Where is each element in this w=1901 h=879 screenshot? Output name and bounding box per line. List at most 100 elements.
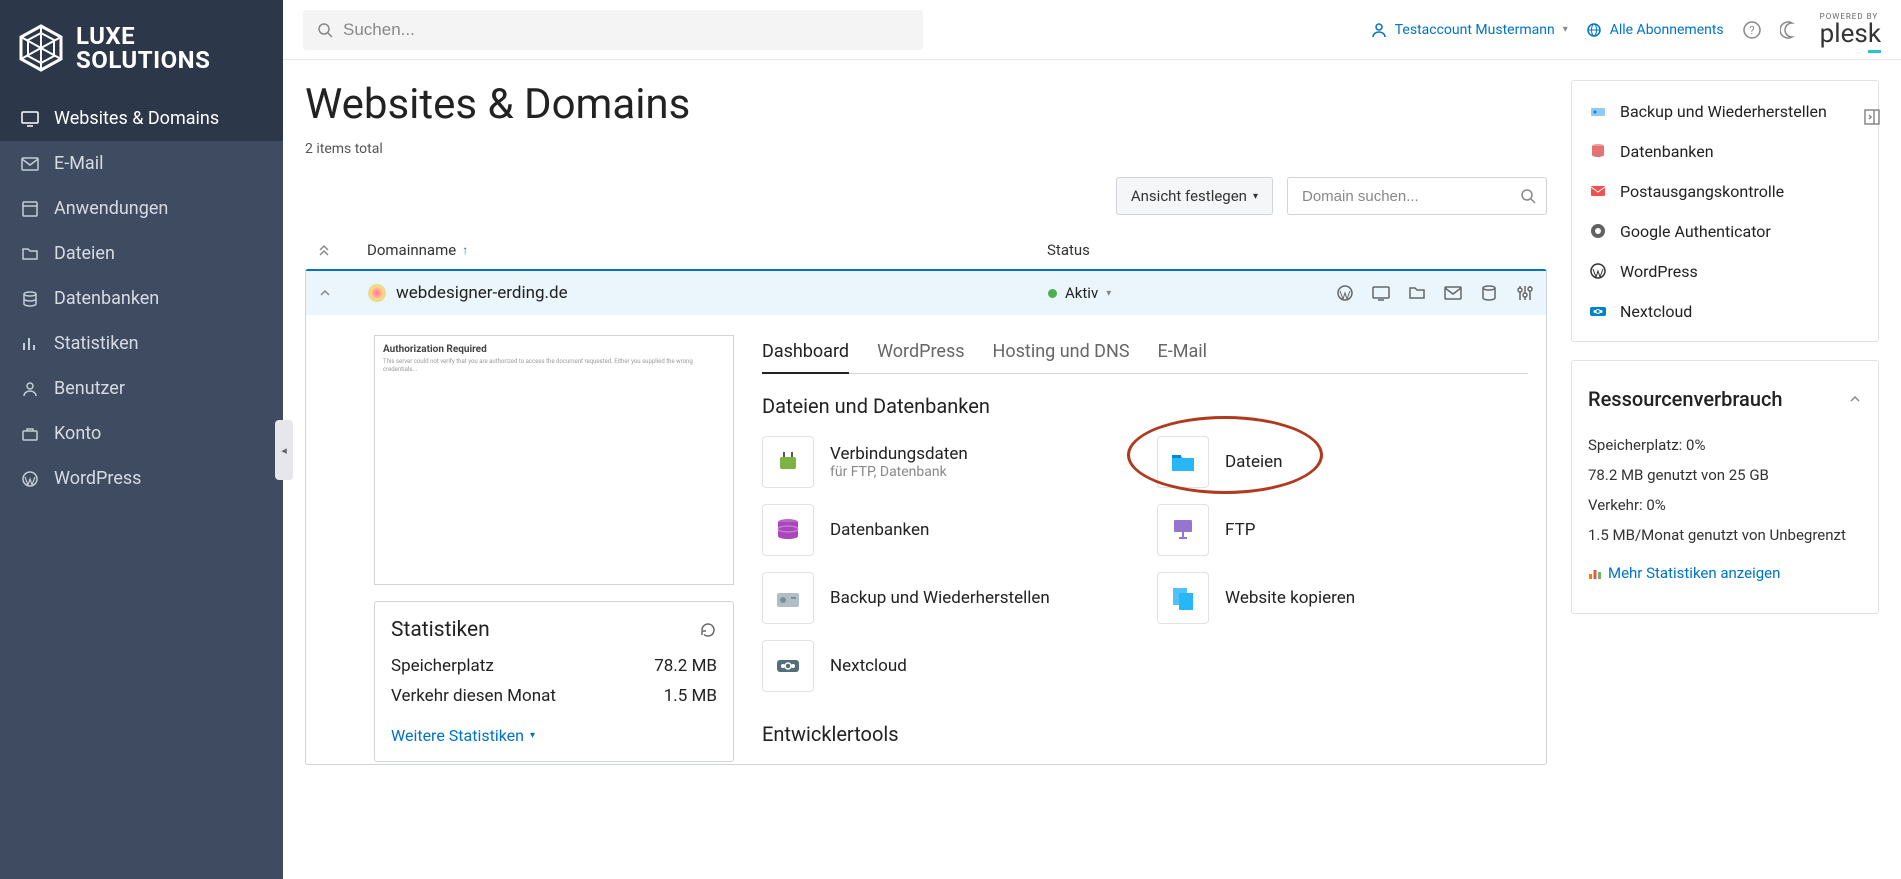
user-icon <box>1371 22 1387 38</box>
settings-quick-icon[interactable] <box>1516 284 1534 302</box>
more-resources-link[interactable]: Mehr Statistiken anzeigen <box>1588 561 1780 585</box>
search-icon <box>317 22 333 38</box>
auth-icon <box>1588 221 1608 241</box>
stats-panel: Statistiken Speicherplatz78.2 MB Verkehr… <box>374 601 734 762</box>
nav-konto[interactable]: Konto <box>0 411 283 456</box>
resources-panel: Ressourcenverbrauch Speicherplatz: 0% 78… <box>1571 360 1879 614</box>
double-chevron-up-icon <box>317 243 331 257</box>
nav-websites-domains[interactable]: Websites & Domains <box>0 96 283 141</box>
brand-logo[interactable]: LUXE SOLUTIONS <box>0 0 283 96</box>
domain-search[interactable] <box>1287 177 1547 215</box>
domain-search-input[interactable] <box>1298 179 1520 214</box>
tool-backup[interactable]: Backup und Wiederherstellen <box>762 572 1133 624</box>
aside-mail-control[interactable]: Postausgangskontrolle <box>1572 171 1878 211</box>
aside-wordpress[interactable]: WordPress <box>1572 251 1878 291</box>
nav-benutzer[interactable]: Benutzer <box>0 366 283 411</box>
folder-blue-icon <box>1157 436 1209 488</box>
nav: Websites & Domains E-Mail Anwendungen Da… <box>0 96 283 501</box>
nav-anwendungen[interactable]: Anwendungen <box>0 186 283 231</box>
account-menu[interactable]: Testaccount Mustermann ▾ <box>1371 22 1568 38</box>
chevron-down-icon: ▾ <box>1563 24 1568 35</box>
column-status[interactable]: Status <box>1047 241 1535 259</box>
items-total: 2 items total <box>305 141 1547 157</box>
user-icon <box>20 379 40 399</box>
nav-datenbanken[interactable]: Datenbanken <box>0 276 283 321</box>
aside: Backup und Wiederherstellen Datenbanken … <box>1571 80 1879 879</box>
table-header: Domainname ↑ Status <box>305 231 1547 269</box>
nav-dateien[interactable]: Dateien <box>0 231 283 276</box>
aside-backup[interactable]: Backup und Wiederherstellen <box>1572 91 1878 131</box>
database-purple-icon <box>762 504 814 556</box>
quick-tools-panel: Backup und Wiederherstellen Datenbanken … <box>1571 80 1879 342</box>
tool-files[interactable]: Dateien <box>1157 436 1528 488</box>
nav-wordpress[interactable]: WordPress <box>0 456 283 501</box>
wordpress-icon <box>20 469 40 489</box>
tool-copy-website[interactable]: Website kopieren <box>1157 572 1528 624</box>
stats-title: Statistiken <box>391 618 490 642</box>
mail-quick-icon[interactable] <box>1444 284 1462 302</box>
apps-icon <box>20 199 40 219</box>
wordpress-quick-icon[interactable] <box>1336 284 1354 302</box>
tool-ftp[interactable]: FTP <box>1157 504 1528 556</box>
folder-icon <box>20 244 40 264</box>
database-small-icon <box>1588 141 1608 161</box>
theme-toggle[interactable] <box>1780 21 1798 39</box>
topbar: Testaccount Mustermann ▾ Alle Abonnement… <box>283 0 1901 60</box>
page-title: Websites & Domains <box>305 80 1547 129</box>
chevron-down-icon: ▾ <box>530 730 535 741</box>
ftp-icon <box>1157 504 1209 556</box>
help-icon: ? <box>1742 20 1762 40</box>
more-stats-link[interactable]: Weitere Statistiken▾ <box>391 726 535 745</box>
domain-status[interactable]: Aktiv▾ <box>1048 284 1336 302</box>
collapse-all-button[interactable] <box>317 243 367 257</box>
tool-databases[interactable]: Datenbanken <box>762 504 1133 556</box>
preview-quick-icon[interactable] <box>1372 284 1390 302</box>
domain-row[interactable]: webdesigner-erding.de Aktiv▾ <box>306 271 1546 315</box>
copy-icon <box>1157 572 1209 624</box>
global-search[interactable] <box>303 10 923 50</box>
expand-toggle[interactable] <box>318 286 368 300</box>
section-devtools: Entwicklertools <box>762 722 1528 746</box>
status-dot-icon <box>1048 289 1057 298</box>
tab-hosting-dns[interactable]: Hosting und DNS <box>993 335 1130 373</box>
brand-line2: SOLUTIONS <box>76 48 210 72</box>
domain-tabs: Dashboard WordPress Hosting und DNS E-Ma… <box>762 335 1528 374</box>
column-domainname[interactable]: Domainname ↑ <box>367 241 1047 259</box>
sidebar-collapse-handle[interactable]: ◂ <box>275 420 293 480</box>
refresh-icon <box>699 621 717 639</box>
section-files-db: Dateien und Datenbanken <box>762 394 1528 418</box>
moon-icon <box>1780 21 1798 39</box>
subscriptions-menu[interactable]: Alle Abonnements <box>1586 22 1724 38</box>
refresh-stats-button[interactable] <box>699 621 717 639</box>
mail-out-icon <box>1588 181 1608 201</box>
plesk-brand: POWERED BY plesk <box>1820 13 1881 47</box>
site-preview[interactable]: Authorization Required This server could… <box>374 335 734 585</box>
sidebar: LUXE SOLUTIONS Websites & Domains E-Mail… <box>0 0 283 879</box>
chevron-down-icon: ▾ <box>1106 288 1111 299</box>
files-quick-icon[interactable] <box>1408 284 1426 302</box>
tool-nextcloud[interactable]: Nextcloud <box>762 640 1133 692</box>
wordpress-small-icon <box>1588 261 1608 281</box>
aside-nextcloud[interactable]: Nextcloud <box>1572 291 1878 331</box>
tool-connection-data[interactable]: Verbindungsdatenfür FTP, Datenbank <box>762 436 1133 488</box>
resources-head[interactable]: Ressourcenverbrauch <box>1572 371 1878 427</box>
brand-line1: LUXE <box>76 24 210 48</box>
tab-wordpress[interactable]: WordPress <box>877 335 964 373</box>
account-icon <box>20 424 40 444</box>
bar-chart-icon <box>1588 566 1602 580</box>
nav-statistiken[interactable]: Statistiken <box>0 321 283 366</box>
sort-asc-icon: ↑ <box>462 243 468 257</box>
view-settings-button[interactable]: Ansicht festlegen ▾ <box>1116 177 1273 215</box>
domain-name: webdesigner-erding.de <box>396 283 568 303</box>
aside-databases[interactable]: Datenbanken <box>1572 131 1878 171</box>
aside-google-auth[interactable]: Google Authenticator <box>1572 211 1878 251</box>
mail-icon <box>20 154 40 174</box>
nav-email[interactable]: E-Mail <box>0 141 283 186</box>
chevron-up-icon <box>318 286 332 300</box>
tab-dashboard[interactable]: Dashboard <box>762 335 849 374</box>
help-button[interactable]: ? <box>1742 20 1762 40</box>
tab-email[interactable]: E-Mail <box>1158 335 1207 373</box>
db-quick-icon[interactable] <box>1480 284 1498 302</box>
global-search-input[interactable] <box>343 20 909 40</box>
globe-icon <box>1586 22 1602 38</box>
